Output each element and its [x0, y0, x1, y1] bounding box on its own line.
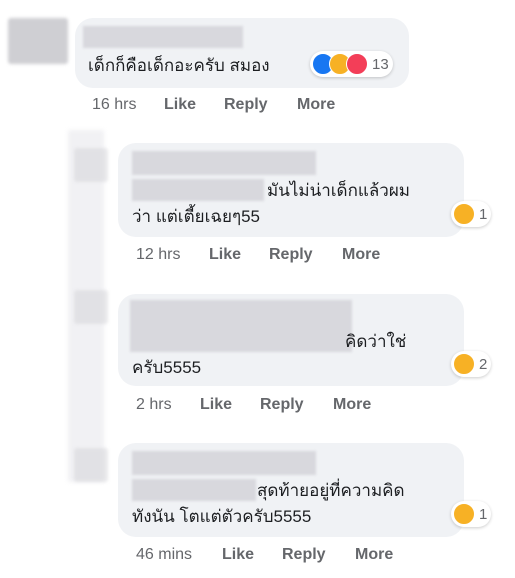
avatar[interactable] — [74, 448, 108, 482]
comment-text-line: สุดท้ายอยู่ที่ความคิด — [257, 481, 405, 500]
timestamp[interactable]: 2 hrs — [136, 396, 200, 414]
reply-link[interactable]: Reply — [224, 96, 297, 114]
reaction-summary[interactable]: 1 — [451, 201, 492, 227]
comment-text-line: ครับ5555 — [132, 358, 202, 377]
reply-link[interactable]: Reply — [269, 246, 342, 264]
comment-bubble: มันไม่น่าเด็กแล้วผม ว่า แต่เตี้ยเฉยๆ55 — [118, 143, 464, 237]
reply-link[interactable]: Reply — [260, 396, 333, 414]
avatar[interactable] — [74, 290, 108, 324]
reaction-count: 1 — [479, 505, 488, 523]
like-link[interactable]: Like — [200, 396, 260, 414]
author-name-redacted[interactable] — [132, 151, 316, 175]
haha-icon — [453, 203, 475, 225]
reaction-count: 13 — [372, 55, 389, 73]
author-name-redacted[interactable] — [132, 451, 316, 475]
comment-text: เด็กก็คือเด็กอะครับ สมอง — [88, 56, 270, 75]
like-link[interactable]: Like — [209, 246, 269, 264]
more-link[interactable]: More — [333, 396, 371, 414]
comment-actions: 16 hrs Like Reply More — [92, 96, 335, 114]
more-link[interactable]: More — [355, 546, 393, 564]
reaction-count: 2 — [479, 355, 488, 373]
author-name-redacted[interactable] — [130, 300, 352, 352]
comment-text-line: คิดว่าใช่ — [345, 332, 407, 351]
reaction-summary[interactable]: 1 — [451, 501, 492, 527]
timestamp[interactable]: 46 mins — [136, 546, 222, 564]
timestamp[interactable]: 16 hrs — [92, 96, 164, 114]
haha-icon — [453, 503, 475, 525]
comment-actions: 2 hrs Like Reply More — [136, 396, 371, 414]
avatar[interactable] — [74, 148, 108, 182]
reaction-count: 1 — [479, 205, 488, 223]
love-icon — [346, 53, 368, 75]
comment-actions: 46 mins Like Reply More — [136, 546, 393, 564]
tagged-name-redacted[interactable] — [132, 179, 264, 201]
reply-link[interactable]: Reply — [282, 546, 355, 564]
tagged-name-redacted[interactable] — [132, 479, 256, 501]
more-link[interactable]: More — [342, 246, 380, 264]
timestamp[interactable]: 12 hrs — [136, 246, 209, 264]
comment-actions: 12 hrs Like Reply More — [136, 246, 380, 264]
reaction-summary[interactable]: 2 — [451, 351, 492, 377]
comment-text-line: ทังนัน โตแต่ตัวครับ5555 — [132, 507, 312, 526]
more-link[interactable]: More — [297, 96, 335, 114]
reaction-summary[interactable]: 13 — [310, 51, 393, 77]
comment-text-line: ว่า แต่เตี้ยเฉยๆ55 — [132, 207, 261, 226]
avatar[interactable] — [8, 18, 68, 64]
author-name-redacted[interactable] — [83, 26, 243, 48]
like-link[interactable]: Like — [222, 546, 282, 564]
comment-text-line: มันไม่น่าเด็กแล้วผม — [267, 181, 410, 200]
haha-icon — [453, 353, 475, 375]
comment-bubble: สุดท้ายอยู่ที่ความคิด ทังนัน โตแต่ตัวครั… — [118, 443, 464, 537]
like-link[interactable]: Like — [164, 96, 224, 114]
comment-bubble: คิดว่าใช่ ครับ5555 — [118, 294, 464, 386]
